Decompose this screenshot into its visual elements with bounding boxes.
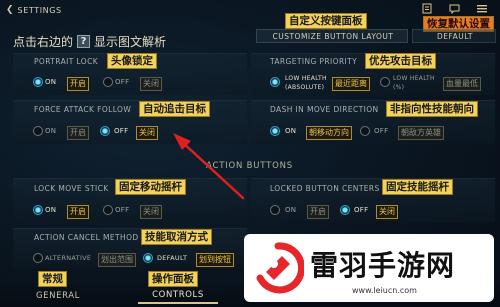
lock-move-off-radio[interactable] [103,205,113,215]
tip-suffix: 显示图文解析 [94,34,167,49]
cancel-alt-radio[interactable] [33,253,43,263]
dash-off-cn: 朝敌方英雄 [398,126,444,140]
back-button[interactable]: ❮ SETTINGS [6,3,62,17]
portrait-lock-label: PORTRAIT LOCK [34,57,99,66]
dash-direction-annotation: 非指向性技能朝向 [386,101,478,117]
portrait-lock-off-cn: 关闭 [140,77,162,91]
locked-centers-on-label: ON [285,206,297,214]
portrait-lock-on-radio[interactable] [33,77,43,87]
note-icon[interactable] [421,2,433,15]
watermark-site-name: 雷羽手游网 [310,249,456,282]
locked-centers-on-cn: 开启 [307,205,329,219]
chat-icon[interactable] [448,2,460,15]
general-tab-annotation: 常规 [38,271,67,287]
lock-move-on-label: ON [45,206,57,214]
cancel-default-radio[interactable] [143,253,153,263]
back-arrow-icon: ❮ [6,5,14,15]
dash-on-cn: 朝移动方向 [306,126,352,140]
targeting-opt1-radio[interactable] [270,77,280,87]
custom-layout-annotation: 自定义按键面板 [285,13,367,29]
action-buttons-heading: ACTION BUTTONS [206,161,293,171]
lock-move-on-radio[interactable] [33,205,43,215]
action-cancel-annotation: 技能取消方式 [141,229,212,245]
tab-general-label: GENERAL [36,291,80,301]
portrait-lock-annotation: 头像锁定 [107,53,157,69]
targeting-opt1-label: LOW HEALTH [285,75,327,82]
portrait-lock-off-label: OFF [115,78,130,86]
force-attack-on-cn: 开启 [67,126,89,140]
tab-controls-label: CONTROLS [152,290,204,300]
portrait-lock-on-label: ON [45,78,57,86]
dash-on-radio[interactable] [270,126,280,136]
force-attack-on-label: ON [45,127,57,135]
tab-controls[interactable]: CONTROLS [138,288,218,304]
locked-centers-on-radio[interactable] [270,205,280,215]
menu-icon[interactable] [476,2,488,15]
tip-line: 点击右边的 ? 显示图文解析 [13,33,166,49]
dash-direction-label: DASH IN MOVE DIRECTION [270,105,379,114]
tab-customize-label: CUSTOMIZE BUTTON LAYOUT [272,32,394,41]
force-attack-on-radio[interactable] [33,126,43,136]
locked-centers-off-radio[interactable] [340,205,350,215]
force-attack-annotation: 自动追击目标 [139,101,210,117]
watermark-logo [256,242,304,294]
help-icon[interactable]: ? [77,34,91,48]
tab-general[interactable]: GENERAL [30,288,86,304]
controls-tab-annotation: 操作面板 [148,271,198,287]
force-attack-off-label: OFF [114,127,129,135]
tab-default[interactable]: DEFAULT [412,29,496,43]
lock-move-off-label: OFF [115,206,130,214]
portrait-lock-off-radio[interactable] [103,77,113,87]
locked-centers-off-label: OFF [354,206,369,214]
force-attack-off-radio[interactable] [100,126,110,136]
top-right-icons [418,2,498,16]
cancel-alt-cn: 划出范围 [98,253,136,267]
targeting-opt2-sub: (%) [393,84,405,91]
lock-move-off-cn: 关闭 [140,205,162,219]
locked-centers-off-cn: 关闭 [376,205,398,219]
settings-title: SETTINGS [17,5,62,15]
action-cancel-label: ACTION CANCEL METHOD [34,233,139,242]
targeting-opt2-cn: 血量最低 [443,77,481,91]
dash-on-label: ON [285,127,297,135]
targeting-priority-label: TARGETING PRIORITY [270,57,358,66]
targeting-opt2-label: LOW HEALTH [393,75,435,82]
tab-default-label: DEFAULT [437,32,473,41]
force-attack-label: FORCE ATTACK FOLLOW [34,105,132,114]
tip-prefix: 点击右边的 [13,34,74,49]
cancel-alt-label: ALTERNATIVE [45,254,92,262]
locked-centers-annotation: 固定技能摇杆 [382,179,453,195]
locked-centers-label: LOCKED BUTTON CENTERS [270,184,380,193]
cancel-default-cn: 划到按钮 [196,253,234,267]
lock-move-annotation: 固定移动摇杆 [115,179,186,195]
lock-move-label: LOCK MOVE STICK [34,184,109,193]
targeting-opt2-radio[interactable] [380,77,390,87]
lock-move-on-cn: 开启 [67,205,89,219]
targeting-priority-annotation: 优先攻击目标 [365,53,436,69]
tab-customize[interactable]: CUSTOMIZE BUTTON LAYOUT [256,29,408,43]
force-attack-off-cn: 关闭 [136,126,158,140]
cancel-default-label: DEFAULT [157,254,188,262]
targeting-opt1-cn: 最近距离 [332,77,370,91]
dash-off-label: OFF [374,127,389,135]
targeting-opt1-sub: (ABSOLUTE) [285,84,325,91]
dash-off-radio[interactable] [360,126,370,136]
watermark-url: www.leiucn.com [352,286,417,295]
watermark: 雷羽手游网 www.leiucn.com [244,234,494,302]
portrait-lock-on-cn: 开启 [67,77,89,91]
settings-screen: ❮ SETTINGS 点击右边的 ? 显示图文解析 自定义按键面板 恢复默认设置… [0,0,500,307]
